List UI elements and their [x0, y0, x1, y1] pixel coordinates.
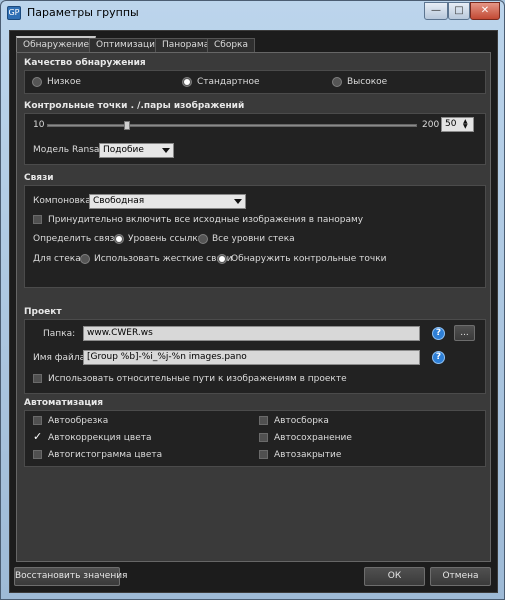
control-points-slider[interactable]	[47, 121, 417, 130]
automation-title: Автоматизация	[24, 398, 104, 408]
quality-low-radio[interactable]	[32, 77, 42, 87]
all-stack-levels-label: Все уровни стека	[212, 234, 295, 244]
ransac-select[interactable]: Подобие	[99, 143, 174, 158]
detection-panel: Качество обнаружения Низкое Стандартное …	[16, 52, 491, 562]
control-points-spinbox[interactable]: 50 ▲ ▼	[441, 117, 474, 132]
links-box: Компоновка: Свободная Принудительно вклю…	[24, 185, 486, 288]
folder-label: Папка:	[43, 329, 76, 339]
close-button[interactable]: ✕	[470, 2, 500, 20]
layout-label: Компоновка:	[33, 196, 94, 206]
auto-crop-checkbox[interactable]	[33, 416, 42, 425]
force-include-label: Принудительно включить все исходные изоб…	[48, 215, 364, 225]
project-box: Папка: www.CWER.ws ? ... Имя файла: [Gro…	[24, 319, 486, 394]
automation-box: Автообрезка ✓ Автокоррекция цвета Автоги…	[24, 410, 486, 467]
layout-select[interactable]: Свободная	[89, 194, 246, 209]
auto-color-histogram-checkbox[interactable]	[33, 450, 42, 459]
relative-paths-label: Использовать относительные пути к изобра…	[48, 374, 347, 384]
auto-crop-label: Автообрезка	[48, 416, 109, 426]
define-links-label: Определить связи:	[33, 234, 124, 244]
ok-button[interactable]: ОК	[364, 567, 425, 586]
detection-quality-box: Низкое Стандартное Высокое	[24, 70, 486, 94]
ransac-value: Подобие	[103, 145, 144, 155]
ransac-label: Модель Ransac:	[33, 145, 108, 155]
folder-input[interactable]: www.CWER.ws	[83, 326, 420, 341]
quality-high-label: Высокое	[347, 77, 388, 87]
auto-stitch-label: Автосборка	[274, 416, 329, 426]
auto-close-checkbox[interactable]	[259, 450, 268, 459]
auto-save-checkbox[interactable]	[259, 433, 268, 442]
window-title: Параметры группы	[27, 6, 139, 19]
control-points-box: 10 200 50 ▲ ▼ Модель Ransac: Подобие	[24, 113, 486, 165]
title-bar[interactable]: GP Параметры группы — □ ✕	[1, 1, 504, 25]
spin-arrows-icon[interactable]: ▲ ▼	[463, 119, 472, 130]
link-level-radio[interactable]	[114, 234, 124, 244]
link-level-label: Уровень ссылки	[128, 234, 204, 244]
quality-low-label: Низкое	[47, 77, 81, 87]
links-title: Связи	[24, 173, 54, 183]
auto-color-histogram-label: Автогистограмма цвета	[48, 450, 163, 460]
cancel-button[interactable]: Отмена	[430, 567, 491, 586]
dialog-body: Обнаружение Оптимизация Панорама Сборка …	[9, 30, 498, 593]
hard-links-radio[interactable]	[80, 254, 90, 264]
stack-label: Для стека:	[33, 254, 84, 264]
app-icon: GP	[7, 6, 21, 20]
tab-detection[interactable]: Обнаружение	[16, 36, 96, 53]
slider-thumb[interactable]	[124, 121, 130, 130]
dialog-window: GP Параметры группы — □ ✕ Обнаружение Оп…	[0, 0, 505, 600]
tab-stitching[interactable]: Сборка	[207, 38, 256, 52]
chevron-down-icon	[162, 148, 170, 153]
detection-quality-title: Качество обнаружения	[24, 58, 146, 68]
quality-standard-radio[interactable]	[182, 77, 192, 87]
auto-stitch-checkbox[interactable]	[259, 416, 268, 425]
all-stack-levels-radio[interactable]	[198, 234, 208, 244]
maximize-button[interactable]: □	[448, 2, 470, 20]
auto-close-label: Автозакрытие	[274, 450, 342, 460]
slider-max-label: 200	[422, 120, 440, 130]
chevron-down-icon	[234, 199, 242, 204]
quality-high-radio[interactable]	[332, 77, 342, 87]
minimize-button[interactable]: —	[424, 2, 448, 20]
project-title: Проект	[24, 307, 62, 317]
detect-control-points-label: Обнаружить контрольные точки	[231, 254, 387, 264]
force-include-checkbox[interactable]	[33, 215, 42, 224]
hard-links-label: Использовать жесткие связи	[94, 254, 233, 264]
control-points-title: Контрольные точки . /.пары изображений	[24, 101, 245, 111]
auto-color-correction-label: Автокоррекция цвета	[48, 433, 152, 443]
file-name-label: Имя файла:	[33, 353, 89, 363]
auto-color-correction-checkbox[interactable]: ✓	[33, 431, 42, 442]
slider-min-label: 10	[33, 120, 45, 130]
layout-value: Свободная	[93, 196, 145, 206]
relative-paths-checkbox[interactable]	[33, 374, 42, 383]
quality-standard-label: Стандартное	[197, 77, 260, 87]
auto-save-label: Автосохранение	[274, 433, 352, 443]
file-name-input[interactable]: [Group %b]-%i_%j-%n images.pano	[83, 350, 420, 365]
control-points-value: 50	[445, 119, 457, 129]
browse-button[interactable]: ...	[454, 325, 475, 341]
file-name-help-icon[interactable]: ?	[432, 351, 445, 364]
detect-control-points-radio[interactable]	[217, 254, 227, 264]
folder-help-icon[interactable]: ?	[432, 327, 445, 340]
restore-defaults-button[interactable]: Восстановить значения	[14, 567, 127, 586]
